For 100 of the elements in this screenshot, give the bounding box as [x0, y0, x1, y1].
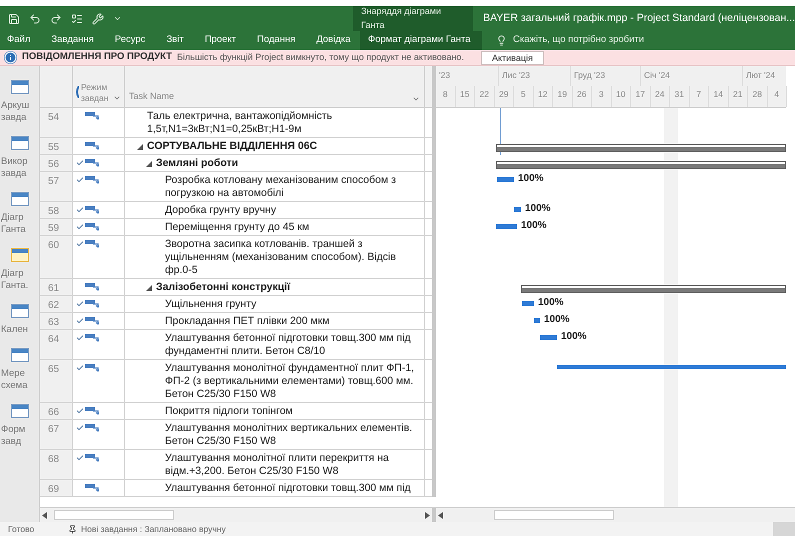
scroll-right-icon[interactable] [424, 512, 430, 518]
task-name: Прокладання ПЕТ плівки 200 мкм [165, 315, 331, 328]
auto-schedule-icon [85, 205, 99, 214]
task-name: Покриття підлоги топінгом [165, 405, 294, 418]
check-icon [76, 364, 84, 372]
collapse-triangle-icon[interactable] [146, 160, 152, 166]
week-label: 21 [728, 86, 748, 107]
row-number: 69 [40, 480, 73, 497]
check-icon [76, 176, 84, 184]
auto-schedule-icon [85, 175, 99, 184]
scroll-left-icon[interactable] [438, 512, 444, 518]
view-label[interactable]: Кален [0, 324, 28, 336]
menu-tab[interactable]: Звіт [166, 33, 184, 48]
view-icon[interactable] [11, 192, 29, 206]
dropdown-icon[interactable] [412, 95, 420, 103]
view-label[interactable]: Мере схема [0, 368, 28, 392]
auto-schedule-icon [85, 423, 99, 432]
save-icon[interactable] [8, 12, 20, 24]
month-label: Лют '24 [743, 66, 795, 86]
scrollbar[interactable] [40, 508, 432, 522]
week-label: 24 [650, 86, 670, 107]
view-icon[interactable] [11, 348, 29, 362]
context-menu-tab[interactable]: Формат діаграми Ганта [360, 31, 482, 50]
progress-label: 100% [525, 203, 551, 215]
task-name: Улаштування бетонної підготовки товщ.300 мм під фундаментні плити. Бетон С8/10 [165, 332, 412, 358]
week-label: 31 [670, 86, 690, 107]
customize-icon[interactable] [113, 14, 122, 23]
task-name: Зворотна засипка котлованів. траншей з ущільненням (механізованим способом). Відсів фр.0-5 [165, 238, 397, 277]
context-tab-group: Знаряддя діаграми Ганта [353, 6, 474, 31]
view-icon[interactable] [11, 136, 29, 150]
view-label[interactable]: Діагр Ганта. [0, 268, 28, 292]
task-name: Улаштування бетонної підготовки товщ.300 мм під [165, 482, 412, 495]
check-icon [76, 406, 84, 414]
view-icon[interactable] [11, 404, 29, 418]
row-number: 54 [40, 108, 73, 138]
week-label: 17 [631, 86, 650, 107]
week-label: 22 [475, 86, 494, 107]
week-label: 3 [592, 86, 612, 107]
week-label: 8 [436, 86, 456, 107]
column-header[interactable]: Task Name [125, 66, 425, 108]
week-label: 19 [553, 86, 572, 107]
progress-label: 100% [561, 331, 587, 343]
row-number: 61 [40, 279, 73, 296]
view-icon[interactable] [11, 304, 29, 318]
wrench-icon[interactable] [92, 12, 104, 24]
dropdown-icon[interactable] [113, 94, 121, 102]
view-label[interactable]: Форм завд [0, 424, 26, 448]
column-header[interactable]: Режим завдан [73, 66, 125, 108]
progress-label: 100% [518, 173, 544, 185]
auto-schedule-icon [85, 316, 99, 325]
view-label[interactable]: Діагр Ганта [0, 212, 26, 236]
task-list-icon[interactable] [71, 12, 83, 24]
view-icon[interactable] [11, 248, 29, 262]
task-name: Улаштування монолітних вертикальних елементів. Бетон С25/30 F150 W8 [165, 422, 414, 448]
task-bar [497, 177, 514, 182]
menu-tab[interactable]: Довідка [316, 33, 351, 48]
week-label: 4 [768, 86, 787, 107]
auto-schedule-icon [85, 141, 99, 150]
auto-schedule-icon [85, 239, 99, 248]
menu-tab[interactable]: Подання [256, 33, 296, 48]
month-label: Лис '23 [499, 66, 571, 86]
check-icon [76, 222, 84, 230]
row-number: 59 [40, 219, 73, 236]
view-label[interactable]: Викор завда [0, 156, 28, 180]
week-label: 12 [534, 86, 553, 107]
task-bar [514, 207, 521, 212]
tell-me-field[interactable]: Скажіть, що потрібно зробити [482, 31, 644, 50]
check-icon [76, 424, 84, 432]
collapse-triangle-icon[interactable] [137, 144, 143, 150]
task-name: Залізобетонні конструкції [156, 281, 292, 294]
auto-schedule-icon [85, 282, 99, 291]
check-icon [76, 240, 84, 248]
check-icon [76, 316, 84, 324]
menu-tab[interactable]: Файл [7, 33, 30, 48]
auto-schedule-icon [85, 111, 99, 120]
lightbulb-icon [496, 35, 507, 46]
check-icon [76, 334, 84, 342]
task-name: Ущільнення грунту [165, 298, 258, 311]
row-number: 62 [40, 296, 73, 313]
menu-tab[interactable]: Завдання [51, 33, 94, 48]
row-number: 56 [40, 155, 73, 172]
menu-tab[interactable]: Ресурс [114, 33, 146, 48]
task-bar [496, 224, 517, 229]
view-icon[interactable] [11, 80, 29, 94]
row-number: 68 [40, 450, 73, 480]
undo-icon[interactable] [29, 12, 41, 24]
auto-schedule-icon [85, 222, 99, 231]
menu-tab[interactable]: Проект [204, 33, 236, 48]
week-label: 28 [748, 86, 768, 107]
month-label: '23 [436, 66, 499, 86]
indicator-icon [75, 86, 79, 98]
redo-icon[interactable] [50, 12, 62, 24]
week-label: 15 [456, 86, 475, 107]
activation-button[interactable]: Активація [480, 50, 544, 64]
scroll-left-icon[interactable] [42, 512, 48, 518]
view-label[interactable]: Аркуш завда [0, 100, 30, 124]
week-label: 29 [494, 86, 514, 107]
collapse-triangle-icon[interactable] [146, 284, 152, 290]
task-name: Доробка грунту вручну [165, 204, 278, 217]
auto-schedule-icon [85, 483, 99, 492]
